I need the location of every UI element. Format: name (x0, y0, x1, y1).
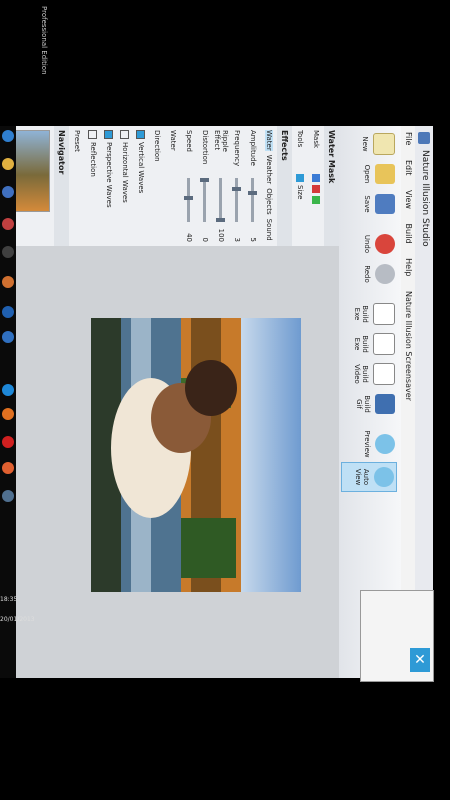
app-icon[interactable] (2, 186, 14, 198)
app-icon (418, 132, 430, 144)
build-exe2-button[interactable]: Build Exe (343, 330, 397, 358)
edition-label: Professional Edition (40, 6, 48, 75)
slider-row: Distortion 0 (200, 130, 210, 242)
preview-button[interactable]: Preview (343, 430, 397, 458)
tray-date: 20/01/2013 (0, 616, 35, 623)
size-label: Size (296, 185, 304, 200)
auto-view-icon (374, 467, 394, 487)
preset-label: Preset (73, 130, 81, 152)
firefox-icon[interactable] (2, 408, 14, 420)
photo-image (91, 318, 301, 592)
slider-row: Amplitude 5 (248, 130, 258, 242)
tab-objects[interactable]: Objects (265, 188, 273, 214)
media-icon[interactable] (2, 218, 14, 230)
canvas-area (16, 246, 339, 678)
build-gif-button[interactable]: Build Gif (343, 390, 397, 418)
explorer-icon[interactable] (2, 158, 14, 170)
save-icon (375, 194, 395, 214)
menu-edit[interactable]: Edit (402, 154, 415, 182)
tab-sound[interactable]: Sound (265, 219, 273, 241)
tab-weather[interactable]: Weather (265, 155, 273, 184)
program-icon[interactable] (2, 246, 14, 258)
water-mask-title: Water Mask (324, 126, 339, 246)
undo-button[interactable]: Undo (343, 230, 397, 258)
mask-blue-icon[interactable] (312, 174, 320, 182)
distortion-slider[interactable] (200, 178, 210, 222)
folder-icon (375, 164, 395, 184)
media-player-icon[interactable] (2, 462, 14, 474)
video-icon (373, 363, 395, 385)
checkbox[interactable] (136, 130, 146, 139)
program4-icon[interactable] (2, 331, 14, 343)
navigator-title: Navigator (54, 126, 69, 246)
open-button[interactable]: Open (343, 160, 397, 188)
ie-icon[interactable] (2, 384, 14, 396)
slider-row: Water (169, 130, 177, 151)
build-exe-icon (373, 303, 395, 325)
mask-row: Mask (308, 126, 324, 246)
check-row[interactable]: Vertical Waves (133, 126, 149, 246)
amplitude-slider[interactable] (248, 178, 258, 222)
navigator-thumbnail[interactable] (16, 130, 50, 212)
tray-time: 18:35 (0, 596, 18, 603)
brush-icon[interactable] (296, 174, 304, 182)
gif-icon (375, 394, 395, 414)
preview-icon (375, 434, 395, 454)
slider-row: Frequency 3 (232, 130, 242, 242)
speed-slider[interactable] (184, 178, 194, 222)
main-photo[interactable] (91, 318, 301, 592)
check-row[interactable]: Reflection (85, 126, 101, 246)
effects-tabs: Water Weather Objects Sound (261, 126, 277, 246)
checkbox[interactable] (88, 130, 98, 139)
new-button[interactable]: New (343, 130, 397, 158)
mask-red-icon[interactable] (312, 185, 320, 193)
auto-view-button[interactable]: Auto View (341, 462, 397, 492)
build-exe-button[interactable]: Build Exe (343, 300, 397, 328)
menu-help[interactable]: Help (402, 252, 415, 282)
slider-row: Direction (153, 130, 161, 162)
redo-icon (375, 264, 395, 284)
program2-icon[interactable] (2, 276, 14, 288)
check-row[interactable]: Perspective Waves (101, 126, 117, 246)
undo-icon (375, 234, 395, 254)
save-button[interactable]: Save (343, 190, 397, 218)
program3-icon[interactable] (2, 306, 14, 318)
new-icon (373, 133, 395, 155)
menu-screensaver[interactable]: Nature Illusion Screensaver (402, 285, 415, 407)
slider-row: Ripple Effect 100 (213, 130, 229, 242)
effects-title: Effects (277, 126, 292, 246)
left-panel: Water Mask Mask Tools Size Effects Water… (16, 126, 339, 247)
redo-button[interactable]: Redo (343, 260, 397, 288)
menu-view[interactable]: View (402, 184, 415, 215)
tools-row: Tools Size (296, 130, 304, 200)
window-title: Nature Illusion Studio (420, 150, 430, 247)
ripple-slider[interactable] (216, 178, 226, 222)
build-video-button[interactable]: Build Video (343, 360, 397, 388)
checkbox[interactable] (104, 130, 114, 139)
checkbox[interactable] (120, 130, 130, 139)
menu-file[interactable]: File (402, 126, 415, 151)
opera-icon[interactable] (2, 436, 14, 448)
preset-row[interactable]: Preset (69, 126, 85, 246)
slider-row: Speed 40 (184, 130, 194, 242)
build-exe2-icon (373, 333, 395, 355)
start-icon[interactable] (2, 130, 14, 142)
frequency-slider[interactable] (232, 178, 242, 222)
check-row[interactable]: Horizontal Waves (117, 126, 133, 246)
close-button[interactable]: ✕ (410, 648, 430, 672)
taskbar: 18:35 20/01/2013 (0, 126, 35, 678)
mask-green-icon[interactable] (312, 196, 320, 204)
tab-water[interactable]: Water (265, 130, 273, 151)
nature-illusion-taskbar-icon[interactable] (2, 490, 14, 502)
menu-build[interactable]: Build (402, 218, 415, 250)
